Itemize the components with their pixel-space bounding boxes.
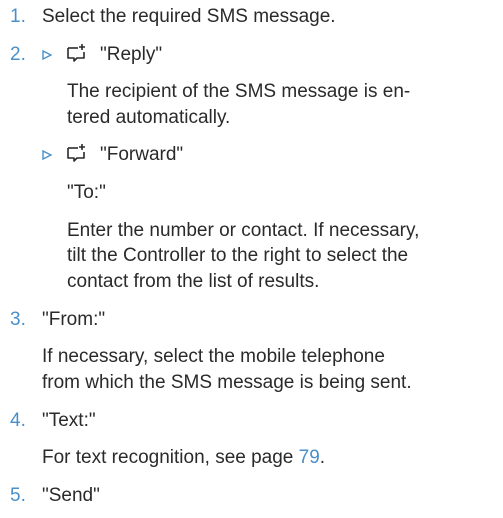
note-prefix: For text recognition, see page <box>42 447 299 468</box>
reply-note-line-2: tered automatically. <box>67 107 231 128</box>
step-text: Select the required SMS message. <box>42 6 336 27</box>
options-menu-icon <box>66 43 88 63</box>
triangle-right-icon <box>42 49 52 60</box>
step-text: "From:" <box>42 309 106 330</box>
reply-option-row: "Reply" <box>42 40 162 69</box>
step-number: 3. <box>10 309 26 330</box>
from-note-line-1: If necessary, select the mobile telephon… <box>42 346 385 367</box>
page-link[interactable]: 79 <box>299 447 320 468</box>
step-number: 5. <box>10 485 26 506</box>
triangle-right-icon <box>42 149 52 160</box>
step-number: 2. <box>10 44 26 65</box>
reply-note-line-1: The recipient of the SMS message is en- <box>67 81 411 102</box>
forward-option-row: "Forward" <box>42 140 183 169</box>
step-text: "Text:" <box>42 410 96 431</box>
to-note-line-2: tilt the Controller to the right to sele… <box>67 245 409 266</box>
to-label: "To:" <box>67 182 106 203</box>
from-note-line-2: from which the SMS message is being sent… <box>42 372 412 393</box>
text-recognition-note: For text recognition, see page 79. <box>42 443 325 472</box>
step-number: 4. <box>10 410 26 431</box>
step-text: "Send" <box>42 485 100 506</box>
options-menu-icon <box>66 143 88 163</box>
to-note-line-3: contact from the list of results. <box>67 271 320 292</box>
forward-label: "Forward" <box>100 144 184 165</box>
note-suffix: . <box>319 447 326 468</box>
reply-label: "Reply" <box>100 44 163 65</box>
step-number: 1. <box>10 6 26 27</box>
